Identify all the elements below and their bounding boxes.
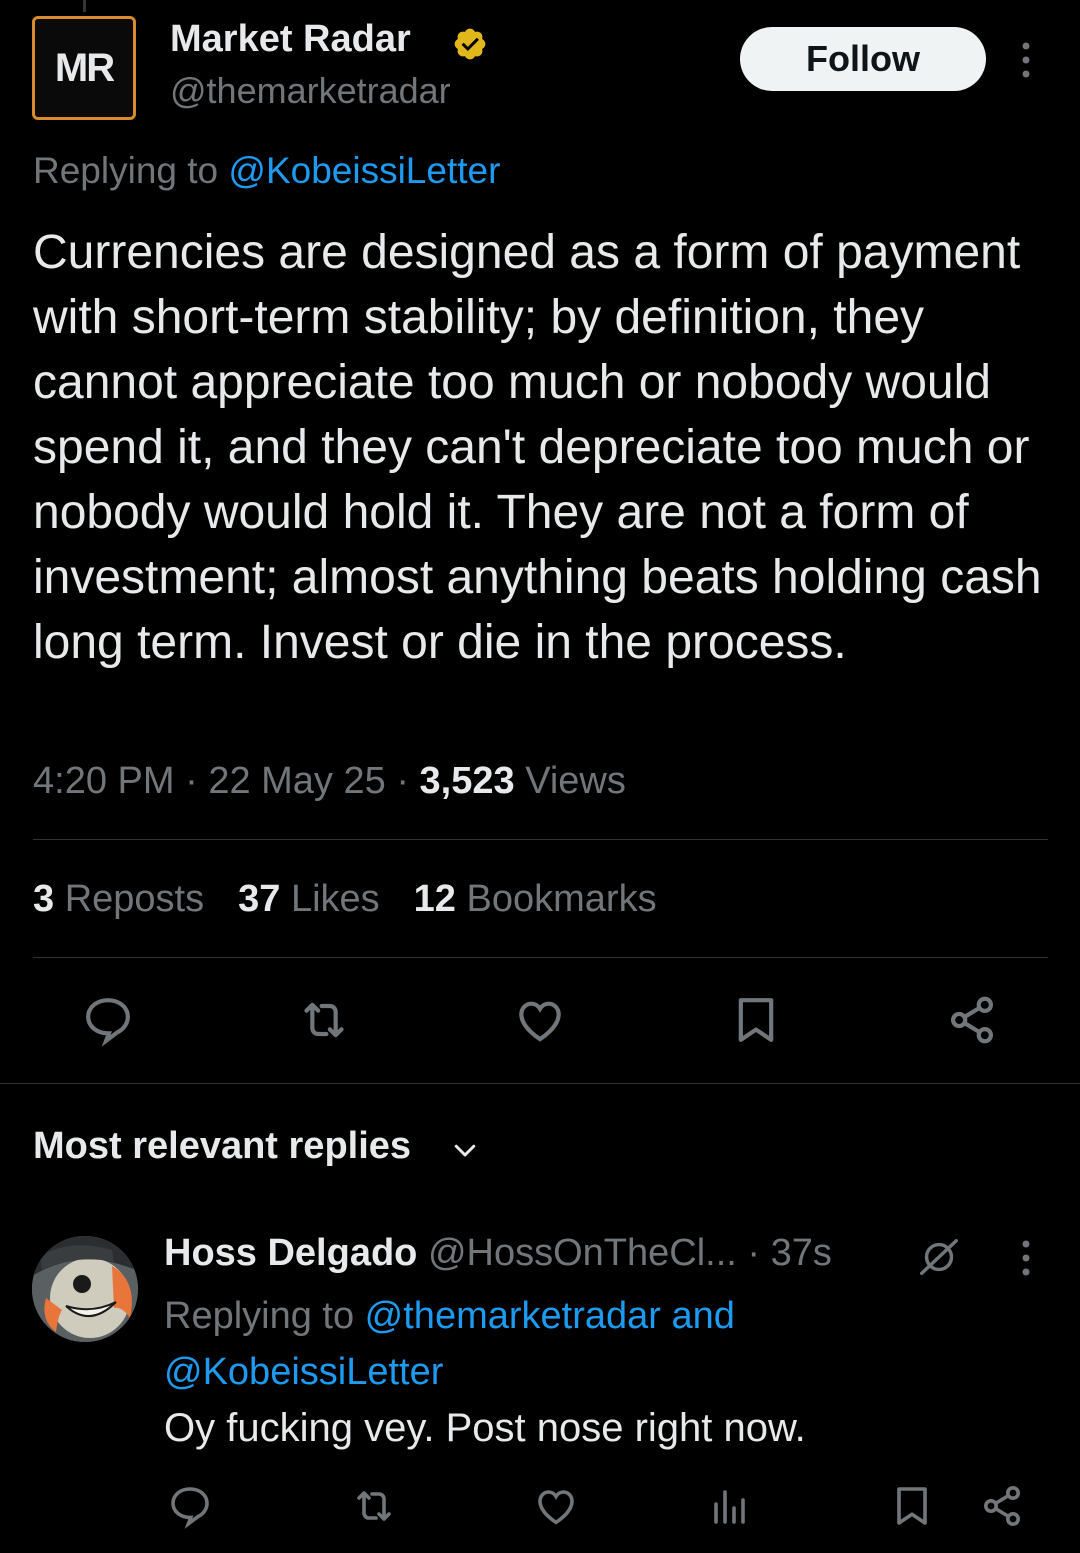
meta-separator: ·: [396, 760, 420, 802]
reply-actions: [0, 1482, 1080, 1532]
reply-time[interactable]: 37s: [771, 1232, 832, 1274]
repost-icon[interactable]: [296, 992, 352, 1048]
replying-to-mention[interactable]: @KobeissiLetter: [228, 150, 500, 191]
divider: [33, 957, 1048, 958]
repost-icon[interactable]: [350, 1482, 398, 1530]
reply-mention-2[interactable]: @KobeissiLetter: [164, 1351, 443, 1393]
reposts-label: Reposts: [54, 878, 205, 920]
reply-text: Oy fucking vey. Post nose right now.: [164, 1406, 806, 1450]
reply-more-options-icon[interactable]: [1012, 1236, 1040, 1280]
reply-replying-prefix: Replying to: [164, 1295, 365, 1337]
likes-label: Likes: [280, 878, 380, 920]
reply-icon[interactable]: [80, 992, 136, 1048]
follow-button[interactable]: Follow: [740, 27, 986, 91]
reply-header: Hoss Delgado @HossOnTheCl... · 37s: [164, 1232, 832, 1275]
verified-badge-icon[interactable]: [452, 26, 488, 62]
tweet-meta: 4:20 PM · 22 May 25 · 3,523 Views: [33, 760, 626, 803]
views-label: Views: [514, 760, 626, 802]
grok-icon[interactable]: [916, 1234, 962, 1280]
replies-sort-label[interactable]: Most relevant replies: [33, 1125, 411, 1168]
share-icon[interactable]: [978, 1482, 1026, 1530]
tweet-text: Currencies are designed as a form of pay…: [33, 226, 1042, 669]
bookmark-icon[interactable]: [728, 992, 784, 1048]
bookmarks-label: Bookmarks: [455, 878, 657, 920]
author-display-name[interactable]: Market Radar: [170, 18, 411, 61]
chevron-down-icon[interactable]: [450, 1135, 480, 1165]
tweet-date[interactable]: 22 May 25: [208, 760, 385, 802]
author-avatar[interactable]: MR: [32, 16, 136, 120]
reply-mention-1[interactable]: @themarketradar: [365, 1295, 661, 1337]
engagement-stats: 3 Reposts 37 Likes 12 Bookmarks: [33, 878, 657, 921]
reply-mention-and: and: [660, 1295, 735, 1337]
divider: [33, 839, 1048, 840]
like-icon[interactable]: [532, 1482, 580, 1530]
replying-prefix: Replying to: [33, 150, 229, 191]
avatar-logo-text: MR: [54, 45, 115, 90]
likes-count: 37: [238, 878, 281, 920]
reply-replying-to: Replying to @themarketradar and @Kobeiss…: [164, 1288, 1024, 1400]
tweet-header: MR Market Radar @themarketradar Follow: [32, 16, 1048, 124]
reposts-stat[interactable]: 3 Reposts: [33, 878, 204, 921]
reply-display-name[interactable]: Hoss Delgado: [164, 1232, 417, 1274]
more-options-icon[interactable]: [1012, 38, 1040, 82]
bookmarks-stat[interactable]: 12 Bookmarks: [414, 878, 657, 921]
share-icon[interactable]: [944, 992, 1000, 1048]
reply-icon[interactable]: [166, 1482, 214, 1530]
thread-line: [83, 0, 86, 12]
author-handle[interactable]: @themarketradar: [170, 70, 451, 112]
views-icon[interactable]: [706, 1482, 754, 1530]
bookmarks-count: 12: [413, 878, 456, 920]
bookmark-icon[interactable]: [888, 1482, 936, 1530]
reply-avatar-illustration: [32, 1236, 138, 1342]
like-icon[interactable]: [512, 992, 568, 1048]
likes-stat[interactable]: 37 Likes: [238, 878, 380, 921]
views-count: 3,523: [419, 760, 515, 802]
meta-separator: ·: [185, 760, 209, 802]
tweet-time[interactable]: 4:20 PM: [33, 760, 175, 802]
reply-avatar[interactable]: [32, 1236, 138, 1342]
tweet-actions: [0, 992, 1080, 1052]
replying-to-line: Replying to @KobeissiLetter: [33, 150, 500, 192]
reply-handle[interactable]: @HossOnTheCl...: [428, 1232, 737, 1274]
divider: [0, 1083, 1080, 1084]
reposts-count: 3: [33, 878, 55, 920]
meta-separator: ·: [747, 1232, 771, 1274]
